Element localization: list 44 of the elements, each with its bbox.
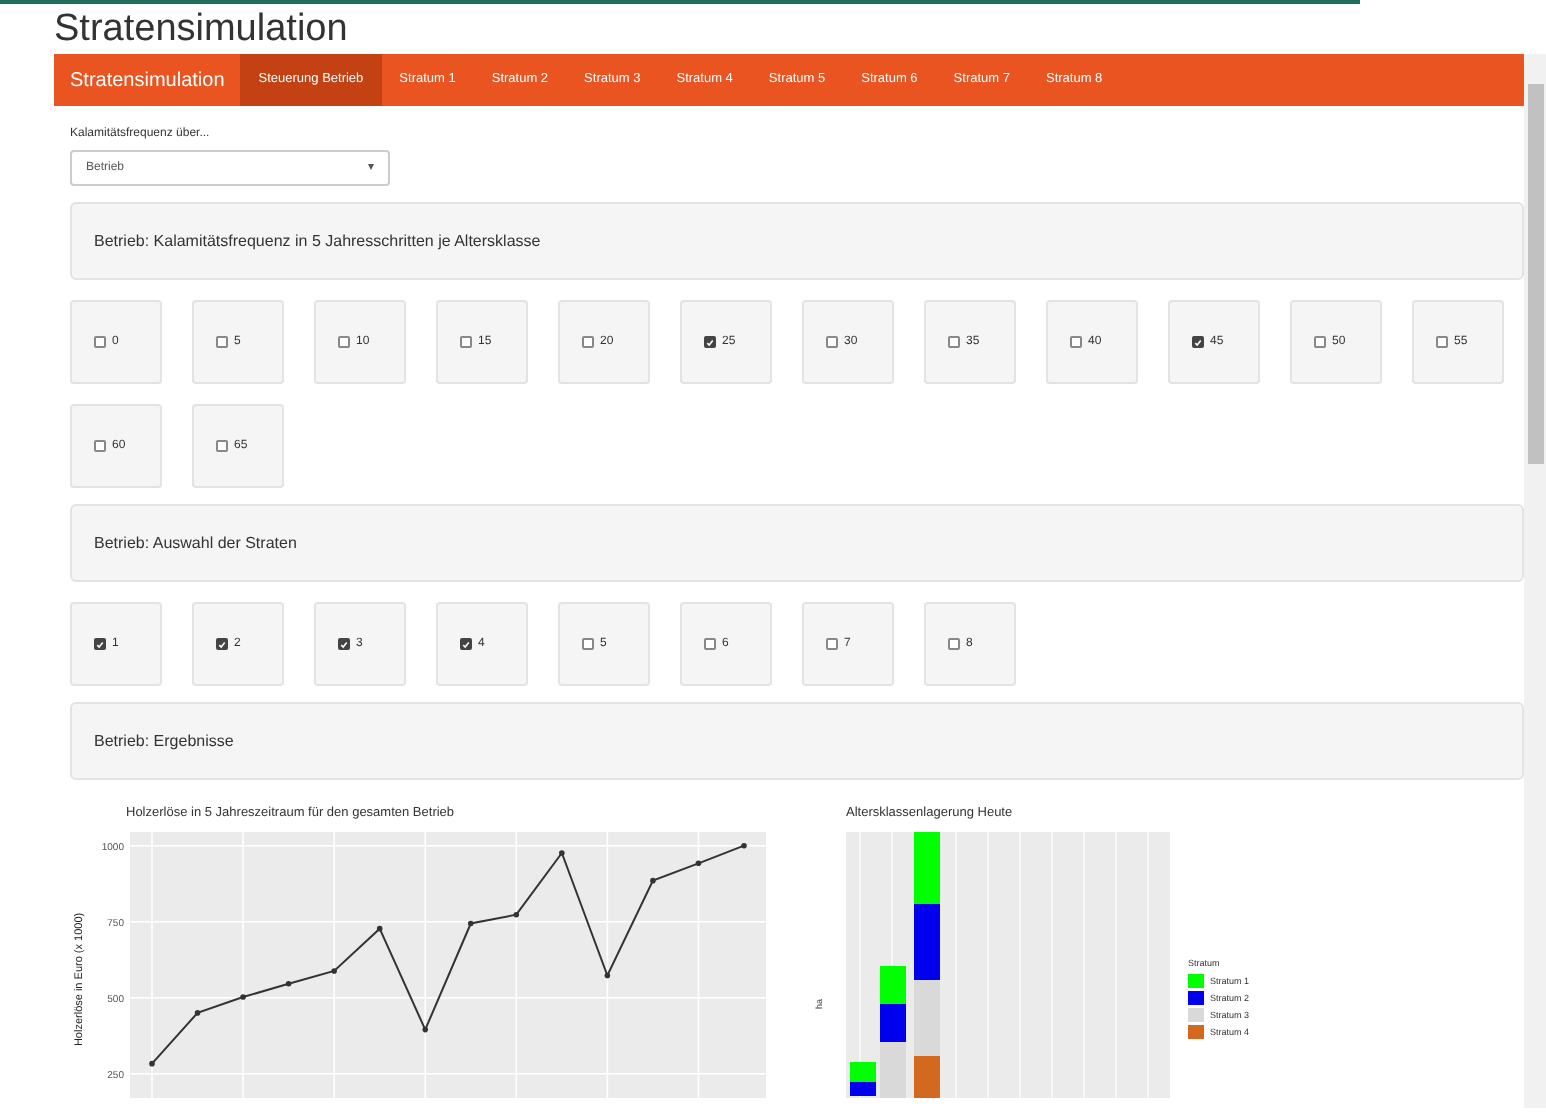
checkbox[interactable]	[1070, 336, 1082, 348]
checkbox[interactable]	[582, 638, 594, 650]
checkbox[interactable]	[948, 336, 960, 348]
checkbox[interactable]	[582, 336, 594, 348]
data-point	[331, 968, 337, 974]
data-point	[513, 911, 520, 918]
brand-title[interactable]: Stratensimulation	[54, 54, 241, 106]
checkbox[interactable]	[1436, 336, 1448, 348]
stacked-bar	[880, 966, 906, 1098]
checkbox[interactable]	[460, 638, 472, 650]
page-title: Stratensimulation	[54, 6, 350, 54]
checkbox[interactable]	[1314, 336, 1326, 348]
data-point	[741, 842, 747, 849]
data-point	[285, 980, 292, 987]
stacked-bar	[850, 1062, 876, 1096]
checkbox[interactable]	[216, 638, 228, 650]
data-point	[149, 1060, 155, 1067]
data-point	[559, 850, 565, 856]
section-heading: Betrieb: Kalamitätsfrequenz in 5 Jahresschritten je Altersklasse	[94, 229, 541, 253]
checkbox[interactable]	[94, 638, 106, 650]
data-point	[650, 877, 656, 884]
checkbox[interactable]	[216, 440, 228, 452]
data-point	[422, 1026, 429, 1033]
section-heading: Betrieb: Ergebnisse	[94, 729, 234, 753]
data-point	[376, 925, 383, 932]
checkbox[interactable]	[94, 336, 106, 348]
checkbox[interactable]	[338, 336, 350, 348]
scrollbar[interactable]	[1524, 54, 1546, 1108]
checkbox[interactable]	[704, 638, 716, 650]
checkbox[interactable]	[338, 638, 350, 650]
checkbox[interactable]	[948, 638, 960, 650]
checkbox[interactable]	[826, 638, 838, 650]
data-point	[695, 860, 702, 867]
checkbox[interactable]	[1192, 336, 1204, 348]
checkbox[interactable]	[704, 336, 716, 348]
checkbox[interactable]	[216, 336, 228, 348]
data-point	[604, 972, 611, 979]
section-heading: Betrieb: Auswahl der Straten	[94, 531, 297, 555]
checkbox[interactable]	[94, 440, 106, 452]
checkbox[interactable]	[460, 336, 472, 348]
data-point	[467, 920, 474, 927]
data-point	[240, 994, 246, 1000]
checkbox[interactable]	[826, 336, 838, 348]
data-point	[194, 1010, 201, 1016]
